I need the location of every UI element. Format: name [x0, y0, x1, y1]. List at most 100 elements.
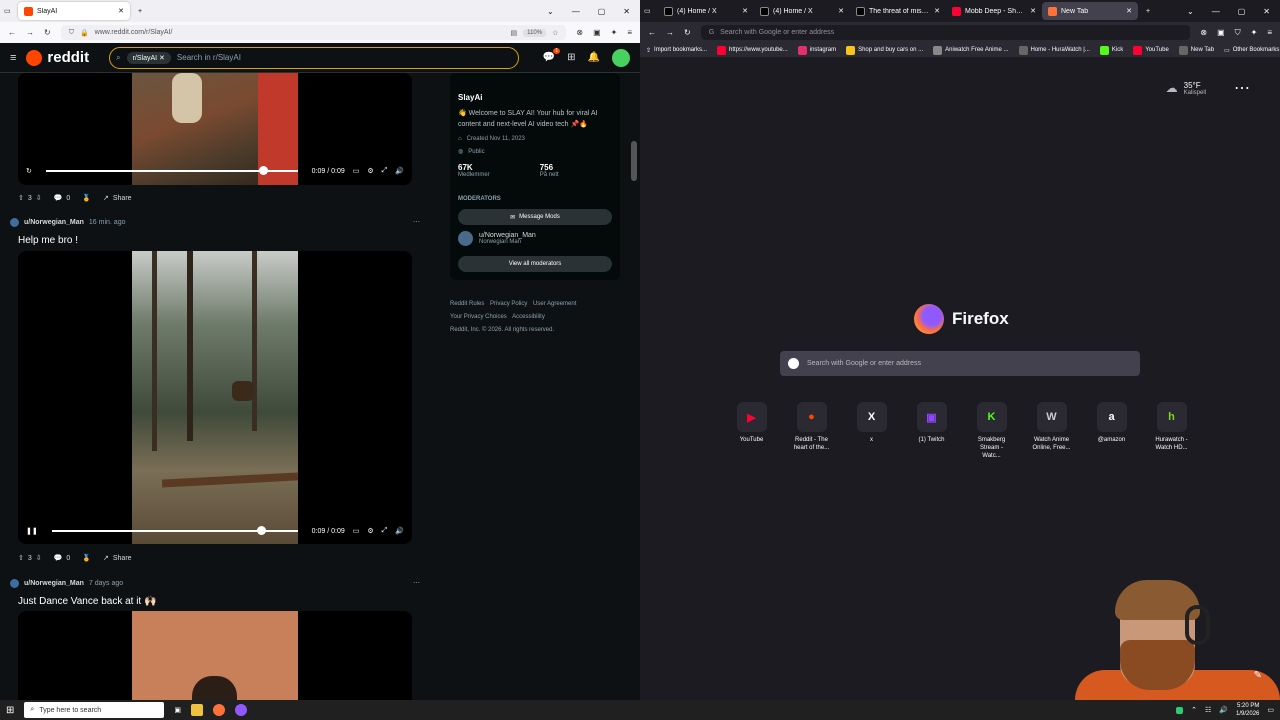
bell-icon[interactable]: 🔔 [588, 52, 600, 63]
shortcut-kick[interactable]: K Smakberg Stream - Watc... [970, 402, 1013, 460]
newtab-search-input[interactable]: Search with Google or enter address [780, 351, 1140, 376]
captions-icon[interactable]: ▭ [353, 527, 360, 535]
vote-control[interactable]: ⇧ 3 ⇩ [18, 194, 42, 203]
extension-icon[interactable]: ⊗ [1200, 28, 1207, 37]
post-author[interactable]: u/Norwegian_Man [24, 219, 84, 226]
video-player[interactable]: ↻ 0:09 / 0:09 ▭ ⚙ ⤢ 🔊 [18, 73, 412, 185]
message-mods-button[interactable]: ✉ Message Mods [458, 209, 612, 225]
dropdown-icon[interactable]: ⌄ [1187, 7, 1194, 16]
downvote-icon[interactable]: ⇩ [36, 194, 42, 202]
more-options-icon[interactable]: ⋯ [413, 579, 420, 587]
new-tab-button[interactable]: + [138, 8, 142, 15]
tab-item[interactable]: New Tab ✕ [1042, 2, 1138, 20]
captions-icon[interactable]: ▭ [353, 167, 360, 175]
extensions-puzzle-icon[interactable]: ✦ [1251, 28, 1258, 37]
close-icon[interactable]: ✕ [934, 7, 940, 15]
create-post-icon[interactable]: ⊞ [567, 52, 575, 63]
windows-start-icon[interactable]: ⊞ [6, 705, 14, 716]
page-scrollbar[interactable] [631, 73, 637, 698]
close-icon[interactable]: ✕ [1030, 7, 1036, 15]
volume-icon[interactable]: 🔊 [395, 167, 404, 175]
volume-icon[interactable]: 🔊 [1219, 706, 1228, 714]
post-card[interactable]: u/Norwegian_Man 7 days ago ⋯ Just Dance … [10, 576, 420, 700]
tab-item[interactable]: The threat of missile ✕ [850, 2, 946, 20]
more-options-icon[interactable]: ⋯ [1234, 78, 1250, 98]
maximize-icon[interactable]: ▢ [598, 7, 606, 16]
post-title[interactable]: Help me bro ! [18, 235, 420, 246]
shortcut-twitch[interactable]: ▣ (1) Twitch [910, 402, 953, 460]
weather-widget[interactable]: ☁ 35°F Kalispell ⋯ [1166, 78, 1250, 98]
notifications-icon[interactable]: ▭ [1267, 706, 1274, 714]
video-player[interactable] [18, 611, 412, 700]
back-icon[interactable]: ← [8, 28, 16, 37]
forward-icon[interactable]: → [666, 28, 674, 37]
footer-link[interactable]: Your Privacy Choices [450, 314, 507, 320]
other-bookmarks[interactable]: ▭ Other Bookmarks [1224, 47, 1279, 54]
upvote-icon[interactable]: ⇧ [18, 194, 24, 202]
bookmark-item[interactable]: Kick [1099, 45, 1123, 55]
reload-icon[interactable]: ↻ [44, 28, 51, 37]
close-icon[interactable]: ✕ [118, 7, 124, 15]
more-options-icon[interactable]: ⋯ [413, 218, 420, 226]
back-icon[interactable]: ← [648, 28, 656, 37]
bookmark-item[interactable]: Aniwatch Free Anime ... [933, 45, 1009, 55]
shortcut-x[interactable]: Xx [850, 402, 893, 460]
app-taskbar-icon[interactable] [235, 704, 248, 716]
pause-icon[interactable]: ❚❚ [26, 527, 38, 535]
address-bar[interactable]: G Search with Google or enter address [700, 25, 1191, 40]
fullscreen-icon[interactable]: ⤢ [382, 167, 388, 175]
tray-chevron-icon[interactable]: ⌃ [1191, 706, 1197, 714]
firefox-taskbar-icon[interactable] [213, 704, 226, 716]
bookmark-item[interactable]: ⇪ Import bookmarks... [646, 47, 707, 54]
bookmark-item[interactable]: YouTube [1133, 45, 1169, 55]
view-all-moderators-button[interactable]: View all moderators [458, 256, 612, 272]
comments-button[interactable]: 💬 0 [54, 554, 71, 563]
share-button[interactable]: ↗ Share [103, 554, 132, 563]
address-bar[interactable]: ⛉ 🔒 www.reddit.com/r/SlayAI/ ▤ 110% ☆ [60, 25, 567, 40]
new-tab-button[interactable]: + [1146, 8, 1150, 15]
tab-item[interactable]: Mobb Deep - Shook Ones✕ [946, 2, 1042, 20]
bookmark-item[interactable]: Shop and buy cars on ... [846, 45, 923, 55]
post-card[interactable]: u/Norwegian_Man 16 min. ago ⋯ Help me br… [10, 215, 420, 575]
bookmark-item[interactable]: https://www.youtube... [717, 45, 788, 55]
menu-icon[interactable]: ≡ [1267, 28, 1272, 37]
maximize-icon[interactable]: ▢ [1238, 7, 1246, 16]
video-player[interactable]: ❚❚ 0:09 / 0:09 ▭ ⚙ ⤢ 🔊 [18, 251, 412, 544]
replay-icon[interactable]: ↻ [26, 167, 32, 175]
extension-icon[interactable]: ⊗ [576, 28, 583, 37]
comments-button[interactable]: 💬 0 [54, 194, 71, 203]
taskbar-search[interactable]: ⌕ Type here to search [24, 702, 165, 718]
tab-slayai[interactable]: SlayAI ✕ [18, 2, 130, 20]
reddit-logo[interactable]: reddit [26, 49, 89, 66]
shortcut-aniwatch[interactable]: W Watch Anime Online, Free... [1030, 402, 1073, 460]
chat-icon[interactable]: 💬 1 [543, 48, 561, 63]
reload-icon[interactable]: ↻ [684, 28, 691, 37]
settings-gear-icon[interactable]: ⚙ [367, 167, 373, 175]
close-icon[interactable]: ✕ [742, 7, 748, 15]
footer-link[interactable]: Accessibility [512, 314, 545, 320]
shortcut-amazon[interactable]: a @amazon [1090, 402, 1133, 460]
close-icon[interactable]: ✕ [838, 7, 844, 15]
bookmark-item[interactable]: Home - HuraWatch |... [1018, 45, 1090, 55]
scroll-thumb[interactable] [631, 141, 637, 181]
shortcut-hurawatch[interactable]: h Hurawatch - Watch HD... [1150, 402, 1193, 460]
tray-status-icon[interactable] [1176, 706, 1184, 714]
shortcut-youtube[interactable]: ▶ YouTube [730, 402, 773, 460]
minimize-icon[interactable]: — [572, 7, 580, 16]
moderator-name[interactable]: u/Norwegian_Man [479, 232, 536, 239]
footer-link[interactable]: Reddit Rules [450, 301, 484, 307]
hamburger-icon[interactable]: ≡ [10, 52, 16, 64]
bookmark-item[interactable]: New Tab [1178, 45, 1214, 55]
award-button[interactable]: 🏅 [82, 554, 91, 562]
menu-icon[interactable]: ≡ [627, 28, 632, 37]
shortcut-reddit[interactable]: ● Reddit - The heart of the... [790, 402, 833, 460]
minimize-icon[interactable]: — [1212, 7, 1220, 16]
fullscreen-icon[interactable]: ⤢ [382, 527, 388, 535]
extensions-puzzle-icon[interactable]: ✦ [611, 28, 618, 37]
file-explorer-icon[interactable] [191, 704, 204, 716]
reddit-search-bar[interactable]: ⌕ r/SlayAI ✕ Search in r/SlayAI [109, 46, 520, 69]
forward-icon[interactable]: → [26, 28, 34, 37]
seek-knob[interactable] [258, 166, 268, 175]
bookmark-star-icon[interactable]: ☆ [552, 29, 558, 37]
ublock-icon[interactable]: ⛉ [1235, 28, 1241, 38]
